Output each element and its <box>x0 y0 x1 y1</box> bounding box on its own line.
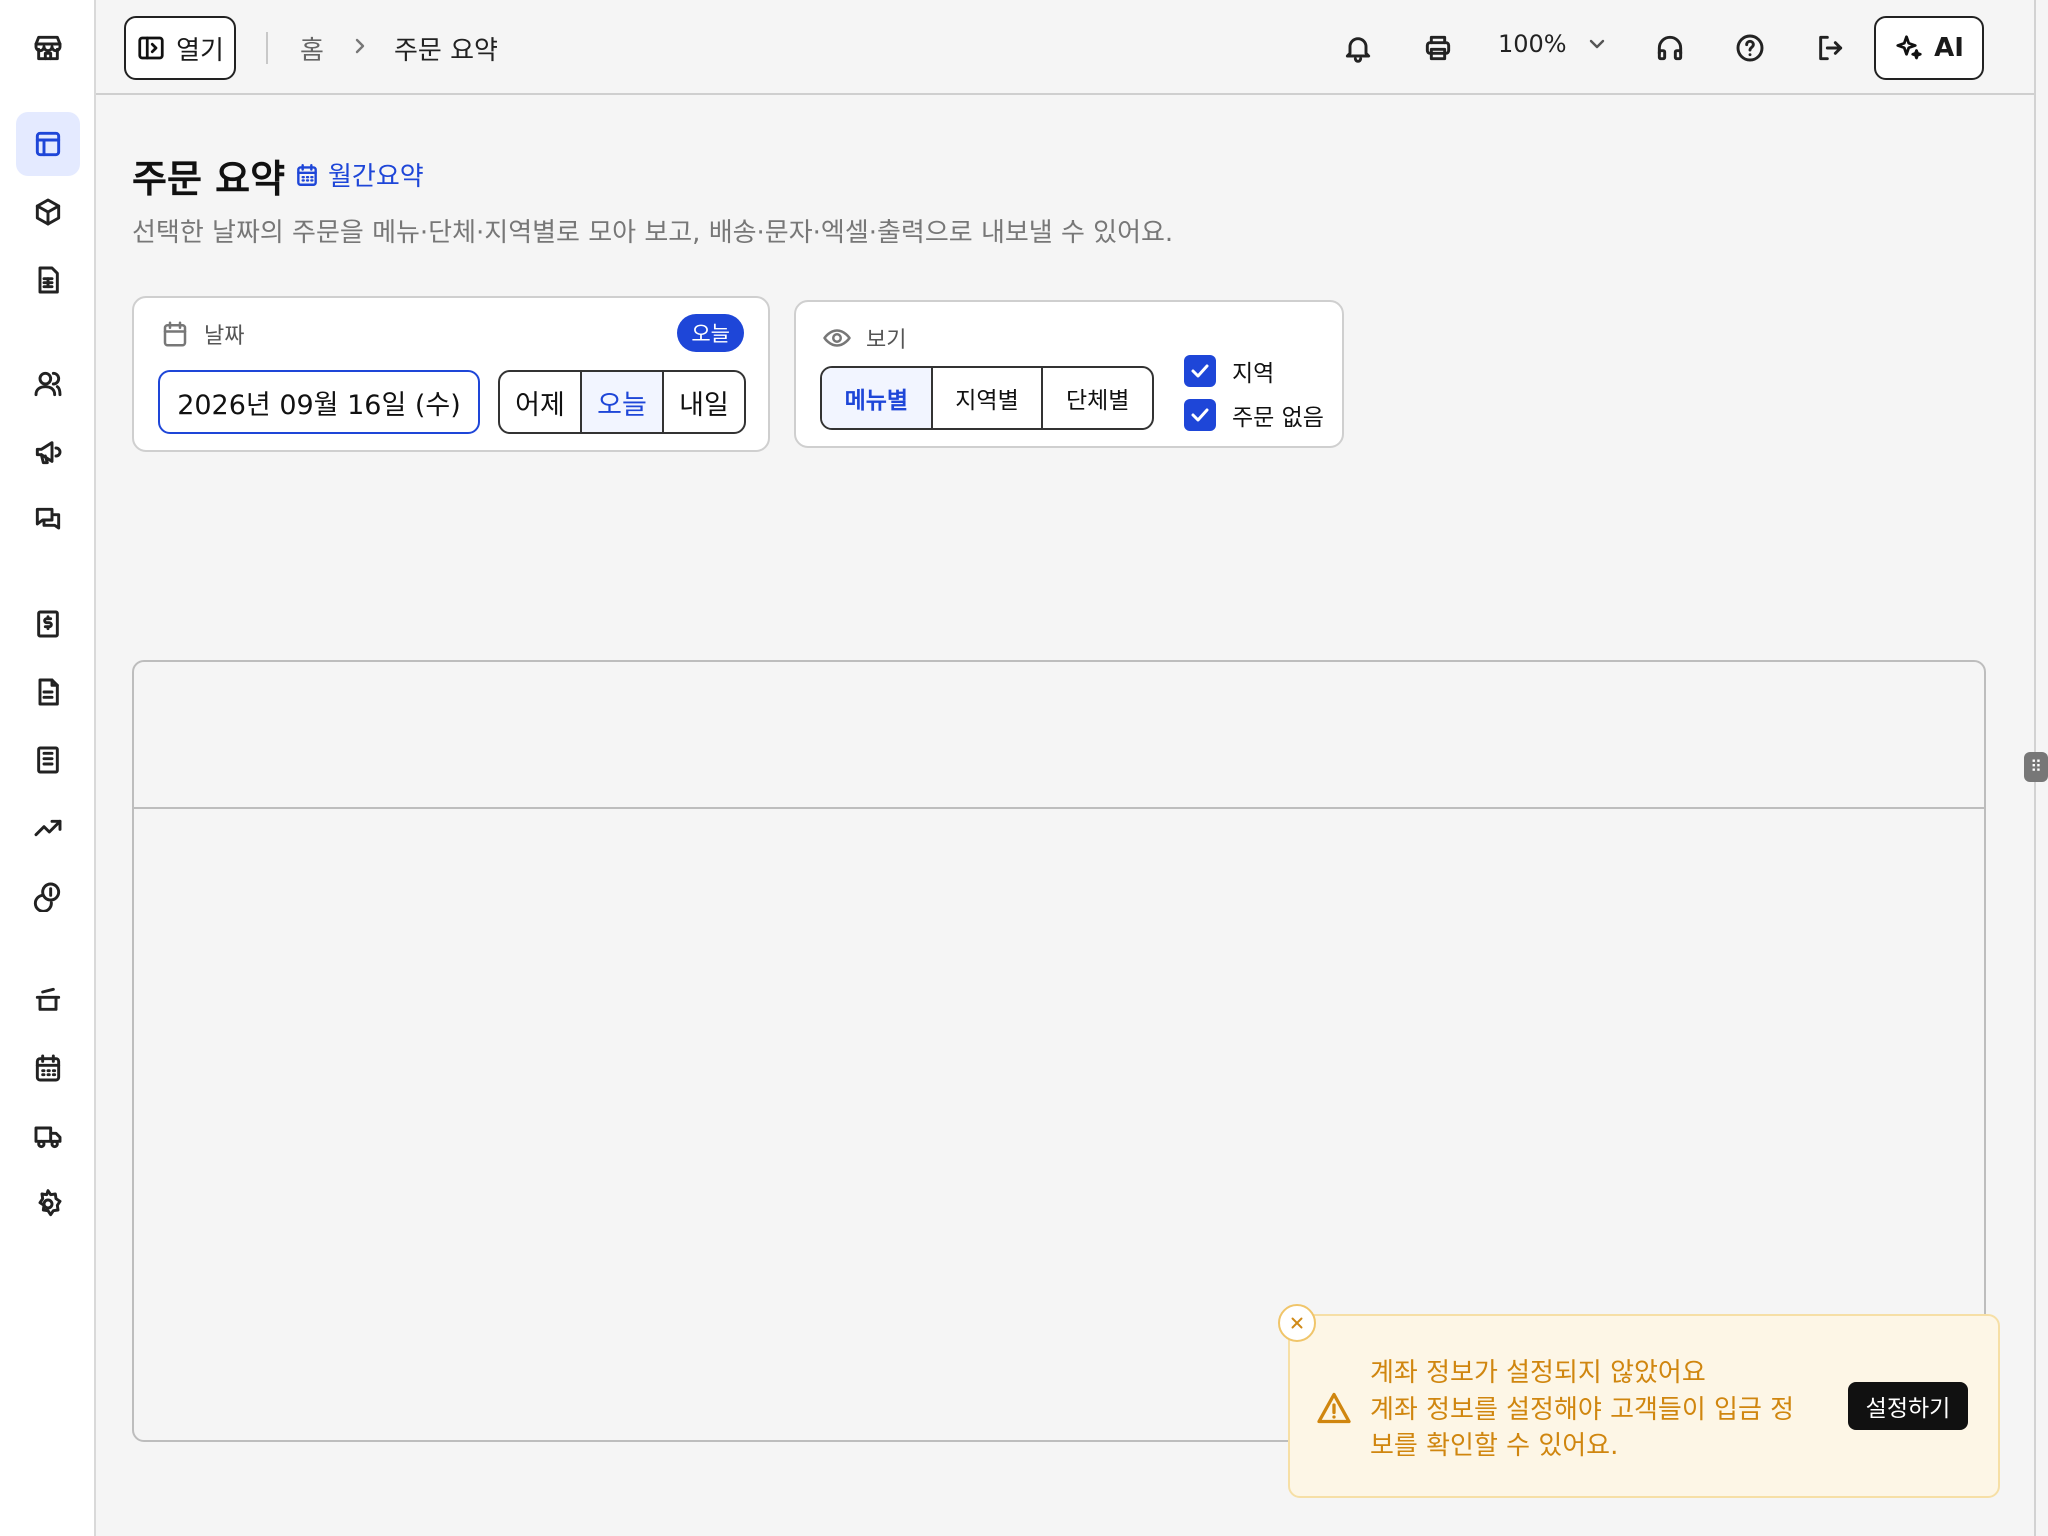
page-description: 선택한 날짜의 주문을 메뉴·단체·지역별로 모아 보고, 배송·문자·엑셀·출… <box>132 218 1174 248</box>
sidebar-toggle-icon <box>138 36 164 60</box>
topbar-divider <box>266 32 268 64</box>
sidebar-item-statistics[interactable] <box>16 796 80 860</box>
view-label: 보기 <box>866 328 907 353</box>
today-button[interactable]: 오늘 <box>582 372 664 432</box>
chevron-right-icon <box>348 34 372 58</box>
sidebar-item-marketing[interactable] <box>16 420 80 484</box>
toast-title: 계좌 정보가 설정되지 않았어요 <box>1370 1358 1706 1388</box>
list-icon <box>37 746 59 774</box>
no-orders-checkbox-label: 주문 없음 <box>1232 405 1324 431</box>
coins-icon <box>33 882 61 912</box>
sidebar-item-order-summary[interactable] <box>16 112 80 176</box>
yesterday-button[interactable]: 어제 <box>500 372 582 432</box>
trending-up-icon <box>34 819 62 837</box>
gear-icon <box>38 1189 62 1217</box>
region-checkbox[interactable] <box>1184 355 1216 387</box>
no-orders-checkbox-row[interactable]: 주문 없음 <box>1184 398 1324 432</box>
calendar-icon <box>35 1054 61 1082</box>
calendar-icon <box>163 321 187 347</box>
view-by-region-button[interactable]: 지역별 <box>933 368 1044 428</box>
sidebar-item-calendar[interactable] <box>16 1036 80 1100</box>
chevron-down-icon <box>1589 39 1604 49</box>
file-text-icon <box>38 678 59 706</box>
sidebar-item-kitchen[interactable] <box>16 968 80 1032</box>
sidebar-item-sheets[interactable] <box>16 248 80 312</box>
setup-account-button[interactable]: 설정하기 <box>1848 1382 1968 1430</box>
sidebar-item-documents[interactable] <box>16 660 80 724</box>
account-warning-toast: 계좌 정보가 설정되지 않았어요 계좌 정보를 설정해야 고객들이 입금 정보를… <box>1288 1314 2000 1498</box>
view-card: 보기 메뉴별 지역별 단체별 지역 주문 없음 <box>794 300 1344 448</box>
region-checkbox-label: 지역 <box>1232 361 1275 387</box>
toast-close-button[interactable] <box>1278 1304 1316 1342</box>
open-sidebar-button[interactable]: 열기 <box>124 16 236 80</box>
close-icon <box>1291 1317 1303 1329</box>
day-selector: 어제 오늘 내일 <box>498 370 746 434</box>
results-header-divider <box>134 807 1984 809</box>
bell-icon <box>1345 37 1371 63</box>
monthly-summary-link[interactable]: 월간요약 <box>294 156 424 193</box>
panel-resize-handle[interactable]: ⠿ <box>2024 752 2048 782</box>
view-card-label: 보기 <box>822 322 906 354</box>
topbar: 열기 홈 주문 요약 100% AI <box>96 0 2036 95</box>
notifications-button[interactable] <box>1338 28 1378 68</box>
pot-icon <box>35 987 61 1011</box>
toast-message: 계좌 정보를 설정해야 고객들이 입금 정보를 확인할 수 있어요. <box>1370 1395 1795 1461</box>
date-picker-input[interactable]: 2026년 09월 16일 (수) <box>158 370 480 434</box>
view-by-group-button[interactable]: 단체별 <box>1043 368 1152 428</box>
check-icon <box>1191 408 1209 422</box>
support-button[interactable] <box>1650 28 1690 68</box>
sidebar-item-delivery[interactable] <box>16 1104 80 1168</box>
logout-icon <box>1819 35 1843 61</box>
headset-icon <box>1657 35 1683 61</box>
sidebar-item-products[interactable] <box>16 180 80 244</box>
breadcrumb-home[interactable]: 홈 <box>300 30 324 67</box>
megaphone-icon <box>35 441 62 465</box>
document-sheet-icon <box>38 266 59 294</box>
no-orders-checkbox[interactable] <box>1184 399 1216 431</box>
sidebar-item-payments[interactable] <box>16 864 80 928</box>
breadcrumb-current: 주문 요약 <box>394 36 498 66</box>
box-icon <box>35 198 61 226</box>
warning-icon <box>1316 1390 1352 1426</box>
chat-icon <box>35 507 61 530</box>
check-icon <box>1191 364 1209 378</box>
sparkle-icon <box>1896 35 1922 60</box>
calendar-icon <box>297 163 317 186</box>
printer-icon <box>1425 35 1451 61</box>
sidebar-item-messages[interactable] <box>16 488 80 552</box>
monthly-summary-label: 월간요약 <box>328 162 424 192</box>
open-label: 열기 <box>176 35 224 66</box>
zoom-value: 100% <box>1498 30 1567 58</box>
sidebar-item-customers[interactable] <box>16 352 80 416</box>
view-mode-selector: 메뉴별 지역별 단체별 <box>820 366 1154 430</box>
today-badge: 오늘 <box>677 314 744 352</box>
sidebar-item-ledger[interactable] <box>16 728 80 792</box>
eye-icon <box>823 329 851 347</box>
zoom-select[interactable]: 100% <box>1498 30 1609 58</box>
region-checkbox-row[interactable]: 지역 <box>1184 354 1274 388</box>
ai-button[interactable]: AI <box>1874 16 1984 80</box>
view-by-menu-button[interactable]: 메뉴별 <box>822 368 933 428</box>
date-card-label: 날짜 <box>160 318 244 350</box>
sidebar <box>0 0 96 1536</box>
grip-icon: ⠿ <box>2030 757 2042 776</box>
help-button[interactable] <box>1730 28 1770 68</box>
date-card: 날짜 오늘 2026년 09월 16일 (수) 어제 오늘 내일 <box>132 296 770 452</box>
print-button[interactable] <box>1418 28 1458 68</box>
ai-label: AI <box>1934 33 1964 63</box>
sidebar-item-store[interactable] <box>16 16 80 80</box>
truck-icon <box>34 1126 62 1149</box>
receipt-dollar-icon <box>37 610 59 638</box>
help-circle-icon <box>1736 34 1764 62</box>
logout-button[interactable] <box>1810 28 1850 68</box>
users-icon <box>34 371 62 397</box>
store-icon <box>34 35 62 61</box>
tomorrow-button[interactable]: 내일 <box>664 372 744 432</box>
layout-icon <box>35 131 61 157</box>
sidebar-item-settlement[interactable] <box>16 592 80 656</box>
sidebar-item-settings[interactable] <box>16 1172 80 1236</box>
date-label: 날짜 <box>204 324 245 349</box>
page-title: 주문 요약 <box>132 157 286 201</box>
